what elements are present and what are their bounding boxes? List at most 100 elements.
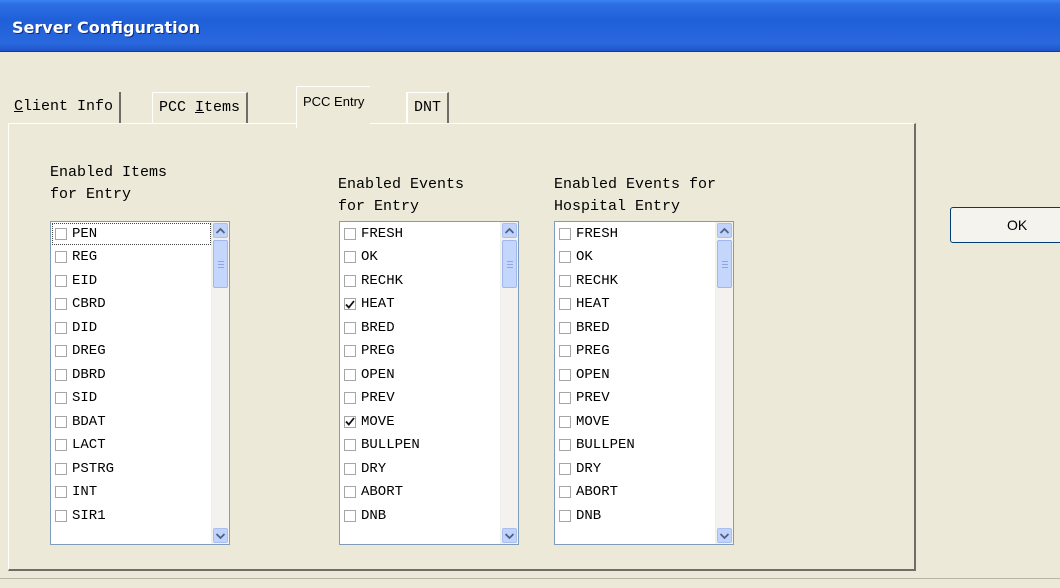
arrow-down-icon[interactable] [502,528,517,543]
checkbox[interactable] [344,439,356,452]
list-item[interactable]: PREV [555,387,716,411]
checkbox[interactable] [344,345,356,358]
list-item[interactable]: HEAT [555,293,716,317]
checkbox[interactable] [55,321,67,334]
checkbox[interactable] [559,298,571,311]
list-item[interactable]: OK [340,246,501,270]
scrollbar[interactable] [715,222,733,544]
list-item-label: OK [361,249,378,266]
checkbox[interactable] [55,227,67,240]
checkbox[interactable] [559,251,571,264]
checkbox[interactable] [55,298,67,311]
list-item[interactable]: MOVE [555,410,716,434]
checkbox[interactable] [559,462,571,475]
checkbox[interactable] [344,298,356,311]
list-item[interactable]: SIR1 [51,504,212,528]
list-item[interactable]: ABORT [555,481,716,505]
list-item[interactable]: DNB [555,504,716,528]
checkbox[interactable] [344,321,356,334]
arrow-down-icon[interactable] [213,528,228,543]
ok-button[interactable]: OK [950,207,1060,243]
tab-client-info[interactable]: Client Info [8,92,122,124]
list-item[interactable]: OPEN [340,363,501,387]
list-item[interactable]: BDAT [51,410,212,434]
checkbox[interactable] [559,227,571,240]
list-item[interactable]: BRED [340,316,501,340]
list-item[interactable]: DRY [555,457,716,481]
list-item[interactable]: FRESH [340,222,501,246]
checkbox[interactable] [559,321,571,334]
list-item[interactable]: DRY [340,457,501,481]
list-item[interactable]: PREG [555,340,716,364]
scrollbar[interactable] [211,222,229,544]
checkbox[interactable] [344,392,356,405]
checkbox[interactable] [55,274,67,287]
checkbox[interactable] [55,415,67,428]
checkbox[interactable] [559,439,571,452]
arrow-up-icon[interactable] [502,223,517,238]
checkbox[interactable] [55,368,67,381]
list-item[interactable]: LACT [51,434,212,458]
arrow-up-icon[interactable] [213,223,228,238]
checkbox[interactable] [344,486,356,499]
list-item[interactable]: PSTRG [51,457,212,481]
checkbox[interactable] [55,251,67,264]
list-item[interactable]: DBRD [51,363,212,387]
scrollbar[interactable] [500,222,518,544]
scroll-thumb[interactable] [502,240,517,288]
checkbox[interactable] [55,439,67,452]
list-item[interactable]: PEN [51,222,212,246]
checkbox[interactable] [559,368,571,381]
checkbox[interactable] [344,509,356,522]
list-item[interactable]: EID [51,269,212,293]
checkbox[interactable] [55,392,67,405]
hospital-events-list[interactable]: FRESH OK RECHK HEAT BRED PREG OPEN PREV MOVE BULL… [554,221,734,545]
tab-dnt[interactable]: DNT [406,92,450,124]
list-item[interactable]: OPEN [555,363,716,387]
title-bar[interactable]: Server Configuration [0,0,1060,52]
checkbox[interactable] [55,462,67,475]
checkbox[interactable] [55,509,67,522]
list-item[interactable]: MOVE [340,410,501,434]
enabled-events-list[interactable]: FRESH OK RECHK HEAT BRED PREG OPEN PREV MOVE BULL… [339,221,519,545]
list-item[interactable]: REG [51,246,212,270]
checkbox[interactable] [344,274,356,287]
checkbox[interactable] [559,509,571,522]
checkbox[interactable] [559,392,571,405]
list-item[interactable]: BULLPEN [340,434,501,458]
list-item[interactable]: BRED [555,316,716,340]
checkbox[interactable] [344,227,356,240]
list-item[interactable]: DREG [51,340,212,364]
tab-pcc-entry[interactable]: PCC Entry [296,86,371,128]
scroll-thumb[interactable] [213,240,228,288]
enabled-items-list[interactable]: PEN REG EID CBRD DID DREG DBRD SID BDAT LACT PSTRG… [50,221,230,545]
list-item[interactable]: HEAT [340,293,501,317]
checkbox[interactable] [344,415,356,428]
list-item[interactable]: FRESH [555,222,716,246]
list-item[interactable]: RECHK [555,269,716,293]
checkbox[interactable] [559,415,571,428]
list-item[interactable]: ABORT [340,481,501,505]
list-item[interactable]: PREV [340,387,501,411]
arrow-down-icon[interactable] [717,528,732,543]
list-item[interactable]: DNB [340,504,501,528]
checkbox[interactable] [559,274,571,287]
checkbox[interactable] [344,251,356,264]
arrow-up-icon[interactable] [717,223,732,238]
checkbox[interactable] [55,486,67,499]
checkbox[interactable] [55,345,67,358]
list-item[interactable]: SID [51,387,212,411]
checkbox[interactable] [344,462,356,475]
checkbox[interactable] [344,368,356,381]
checkbox[interactable] [559,345,571,358]
scroll-thumb[interactable] [717,240,732,288]
list-item[interactable]: OK [555,246,716,270]
list-item[interactable]: BULLPEN [555,434,716,458]
list-item[interactable]: CBRD [51,293,212,317]
list-item[interactable]: DID [51,316,212,340]
tab-pcc-items[interactable]: PCC Items [152,92,249,124]
list-item[interactable]: RECHK [340,269,501,293]
list-item[interactable]: PREG [340,340,501,364]
list-item[interactable]: INT [51,481,212,505]
checkbox[interactable] [559,486,571,499]
